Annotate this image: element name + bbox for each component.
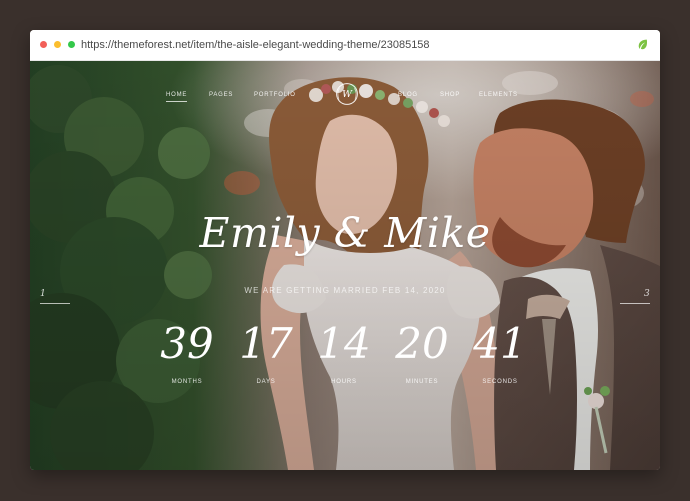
svg-text:W: W xyxy=(342,89,353,100)
nav-home[interactable]: HOME xyxy=(166,92,188,102)
hero-title: Emily & Mike xyxy=(199,209,491,257)
slide-prev-index[interactable]: 1 xyxy=(40,289,46,299)
nav-pages[interactable]: PAGES xyxy=(209,92,233,98)
countdown-minutes-label: MINUTES xyxy=(405,379,439,385)
countdown-months-value: 39 xyxy=(160,319,214,368)
close-window-icon[interactable] xyxy=(40,41,47,48)
minimize-window-icon[interactable] xyxy=(54,41,61,48)
hero-subtitle: WE ARE GETTING MARRIED FEB 14, 2020 xyxy=(244,286,446,295)
countdown-days-label: DAYS xyxy=(256,379,276,385)
countdown-minutes-value: 20 xyxy=(395,319,449,368)
countdown-hours-value: 14 xyxy=(317,319,371,368)
countdown-hours-label: HOURS xyxy=(331,379,357,385)
nav-elements[interactable]: ELEMENTS xyxy=(479,92,518,98)
nav-shop[interactable]: SHOP xyxy=(440,92,460,98)
countdown-months-label: MONTHS xyxy=(171,379,203,385)
slide-next-index[interactable]: 3 xyxy=(644,289,650,299)
hero-background-image xyxy=(30,61,660,470)
countdown-days-value: 17 xyxy=(239,319,293,368)
browser-window: https://themeforest.net/item/the-aisle-e… xyxy=(30,30,660,470)
countdown-seconds-label: SECONDS xyxy=(482,379,518,385)
hero-viewport: HOME PAGES PORTFOLIO BLOG SHOP ELEMENTS … xyxy=(30,61,660,470)
nav-portfolio[interactable]: PORTFOLIO xyxy=(254,92,296,98)
slide-prev-line xyxy=(40,303,70,304)
nav-blog[interactable]: BLOG xyxy=(398,92,418,98)
address-bar-url[interactable]: https://themeforest.net/item/the-aisle-e… xyxy=(81,38,430,52)
leaf-icon xyxy=(638,39,648,50)
slide-next-line xyxy=(620,303,650,304)
browser-titlebar: https://themeforest.net/item/the-aisle-e… xyxy=(30,30,660,61)
wreath-logo-icon[interactable]: W xyxy=(331,78,363,110)
maximize-window-icon[interactable] xyxy=(68,41,75,48)
countdown-seconds-value: 41 xyxy=(473,319,527,368)
